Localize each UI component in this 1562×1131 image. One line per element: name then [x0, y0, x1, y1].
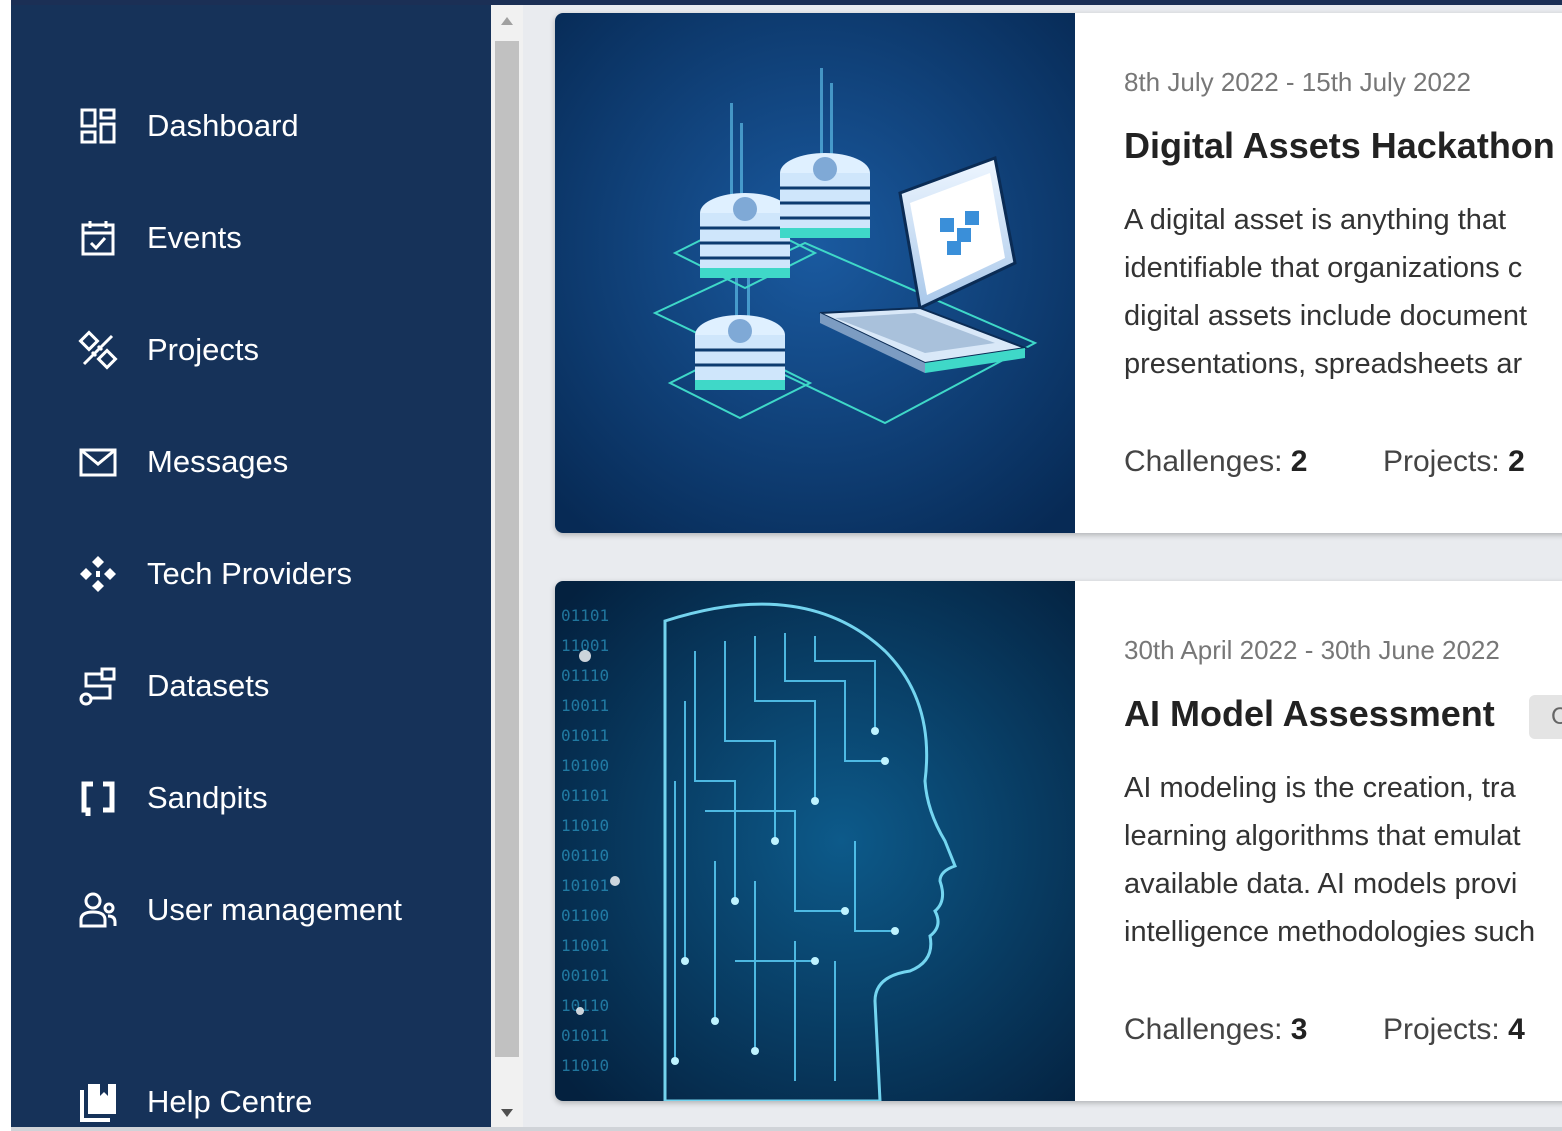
sidebar-item-label: Dashboard: [147, 108, 299, 143]
event-description: AI modeling is the creation, tra learnin…: [1124, 764, 1562, 956]
sidebar-item-label: Messages: [147, 444, 289, 479]
sidebar-item-dashboard[interactable]: Dashboard: [11, 96, 491, 156]
event-description: A digital asset is anything that identif…: [1124, 196, 1562, 388]
sidebar-item-label: Sandpits: [147, 780, 268, 815]
event-date: 30th April 2022 - 30th June 2022: [1124, 635, 1500, 665]
svg-text:10011: 10011: [561, 696, 609, 715]
challenges-count: Challenges: 2: [1124, 445, 1307, 479]
sidebar-item-tech-providers[interactable]: Tech Providers: [11, 544, 491, 604]
sidebar-item-label: Help Centre: [147, 1084, 313, 1119]
svg-text:10100: 10100: [561, 756, 609, 775]
challenges-value: 2: [1290, 445, 1308, 478]
event-description-line: A digital asset is anything that: [1124, 204, 1507, 236]
book-icon: [77, 1081, 119, 1123]
brackets-icon: [77, 777, 119, 819]
design-tools-icon: [77, 329, 119, 371]
event-description-line: learning algorithms that emulat: [1124, 820, 1521, 852]
svg-text:01011: 01011: [561, 1026, 609, 1045]
projects-count: Projects: 2: [1383, 445, 1525, 479]
svg-text:01101: 01101: [561, 786, 609, 805]
sidebar-item-label: Projects: [147, 332, 259, 367]
svg-text:11010: 11010: [561, 1056, 609, 1075]
calendar-check-icon: [77, 217, 119, 259]
scroll-down-arrow-icon[interactable]: [491, 1097, 523, 1129]
dashboard-icon: [77, 105, 119, 147]
challenges-value: 3: [1290, 1013, 1308, 1046]
svg-text:00110: 00110: [561, 846, 609, 865]
digital-assets-illustration: [555, 13, 1075, 533]
status-badge: C: [1529, 695, 1562, 739]
app-window: Dashboard Events Projects Messages Tech …: [0, 0, 1562, 1131]
sidebar-item-label: Events: [147, 220, 242, 255]
network-nodes-icon: [77, 553, 119, 595]
sidebar-item-projects[interactable]: Projects: [11, 320, 491, 380]
sidebar-item-sandpits[interactable]: Sandpits: [11, 768, 491, 828]
sidebar-item-messages[interactable]: Messages: [11, 432, 491, 492]
event-description-line: presentations, spreadsheets ar: [1124, 348, 1523, 380]
projects-label: Projects:: [1383, 1013, 1500, 1046]
event-description-line: available data. AI models provi: [1124, 868, 1518, 900]
scroll-up-arrow-icon[interactable]: [491, 5, 523, 37]
sidebar-item-events[interactable]: Events: [11, 208, 491, 268]
sidebar-item-label: Tech Providers: [147, 556, 353, 591]
event-description-line: AI modeling is the creation, tra: [1124, 772, 1516, 804]
svg-text:11010: 11010: [561, 816, 609, 835]
sidebar-item-label: User management: [147, 892, 403, 927]
projects-count: Projects: 4: [1383, 1013, 1525, 1047]
svg-text:10110: 10110: [561, 996, 609, 1015]
challenges-label: Challenges:: [1124, 1013, 1283, 1046]
projects-value: 2: [1508, 445, 1525, 478]
projects-value: 4: [1508, 1013, 1525, 1046]
event-card-body: 8th July 2022 - 15th July 2022 Digital A…: [1075, 13, 1562, 533]
challenges-count: Challenges: 3: [1124, 1013, 1307, 1047]
event-card[interactable]: 8th July 2022 - 15th July 2022 Digital A…: [555, 13, 1562, 533]
event-description-line: identifiable that organizations c: [1124, 252, 1523, 284]
window-left-border: [0, 0, 11, 1131]
sidebar-item-datasets[interactable]: Datasets: [11, 656, 491, 716]
svg-text:00101: 00101: [561, 966, 609, 985]
event-description-line: intelligence methodologies such: [1124, 916, 1536, 948]
events-list: 8th July 2022 - 15th July 2022 Digital A…: [523, 5, 1562, 1131]
dataset-flow-icon: [77, 665, 119, 707]
event-date: 8th July 2022 - 15th July 2022: [1124, 67, 1471, 97]
event-title[interactable]: Digital Assets Hackathon: [1124, 125, 1555, 167]
svg-text:01101: 01101: [561, 606, 609, 625]
sidebar: Dashboard Events Projects Messages Tech …: [11, 5, 491, 1129]
event-title[interactable]: AI Model Assessment: [1124, 693, 1495, 735]
scrollbar-thumb[interactable]: [495, 41, 519, 1057]
svg-text:01110: 01110: [561, 666, 609, 685]
projects-label: Projects:: [1383, 445, 1500, 478]
svg-text:01100: 01100: [561, 906, 609, 925]
ai-head-illustration: 01101 11001 01110 10011 01011 10100 01101 110…: [555, 581, 1075, 1101]
users-icon: [77, 889, 119, 931]
svg-text:10101: 10101: [561, 876, 609, 895]
event-card-body: 30th April 2022 - 30th June 2022 AI Mode…: [1075, 581, 1562, 1101]
event-card[interactable]: 01101 11001 01110 10011 01011 10100 01101 110…: [555, 581, 1562, 1101]
sidebar-item-user-management[interactable]: User management: [11, 880, 491, 940]
window-bottom-border: [11, 1127, 1562, 1131]
challenges-label: Challenges:: [1124, 445, 1283, 478]
svg-text:11001: 11001: [561, 936, 609, 955]
sidebar-item-label: Datasets: [147, 668, 270, 703]
svg-text:01011: 01011: [561, 726, 609, 745]
sidebar-item-help-centre[interactable]: Help Centre: [11, 1072, 491, 1131]
event-description-line: digital assets include document: [1124, 300, 1528, 332]
sidebar-scrollbar[interactable]: [491, 5, 523, 1129]
envelope-icon: [77, 441, 119, 483]
